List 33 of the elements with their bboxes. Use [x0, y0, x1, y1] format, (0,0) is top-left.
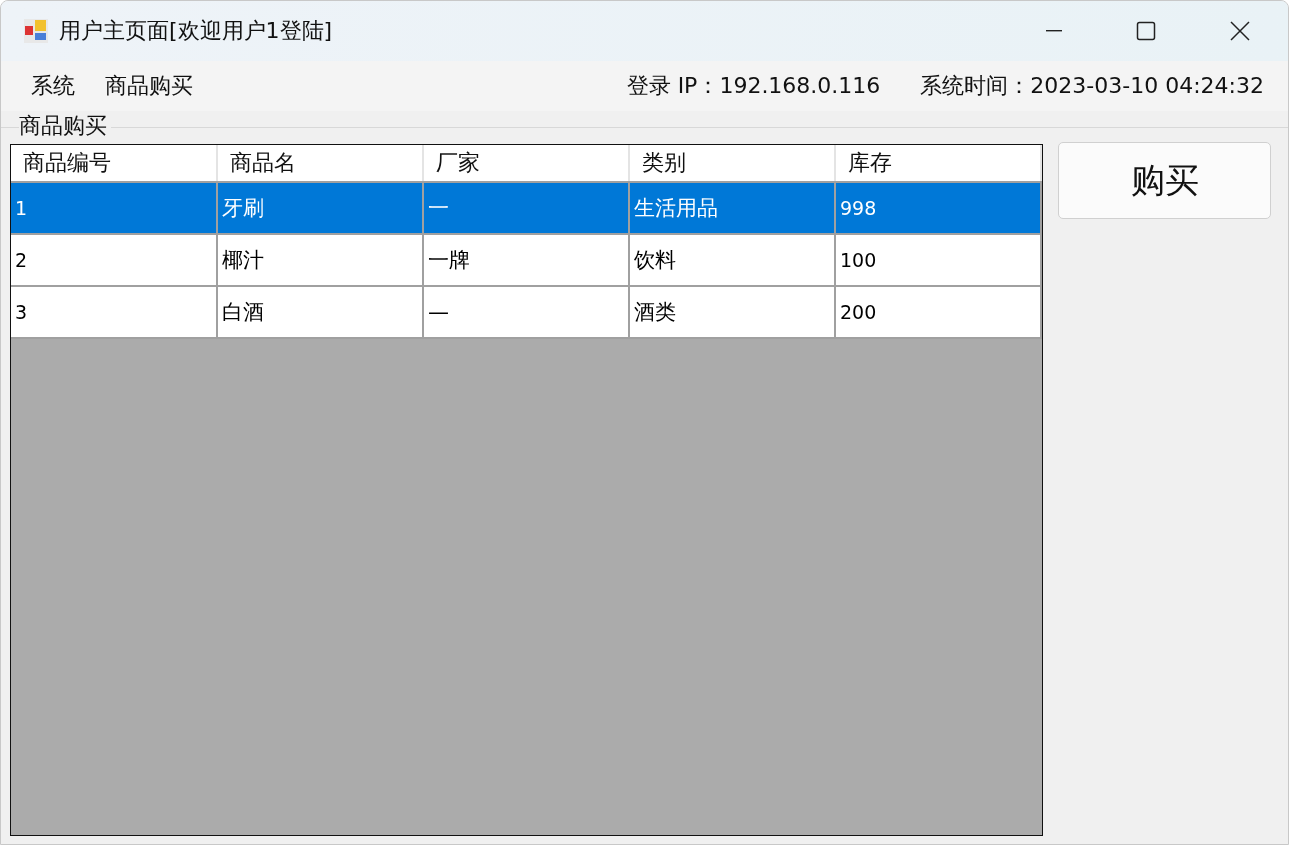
table-cell: 生活用品 — [629, 182, 835, 234]
app-icon — [23, 18, 49, 44]
table-cell: 3 — [11, 286, 217, 338]
column-header[interactable]: 类别 — [629, 145, 835, 182]
table-cell: 100 — [835, 234, 1041, 286]
table-cell: 酒类 — [629, 286, 835, 338]
column-header[interactable]: 商品名 — [217, 145, 423, 182]
column-header[interactable]: 厂家 — [423, 145, 629, 182]
close-icon — [1230, 21, 1250, 41]
table-cell: 白酒 — [217, 286, 423, 338]
menu-item[interactable]: 商品购买 — [95, 67, 203, 105]
table-cell: 200 — [835, 286, 1041, 338]
window-title: 用户主页面[欢迎用户1登陆] — [59, 17, 333, 45]
table-cell: — — [423, 286, 629, 338]
menu-item[interactable]: 系统 — [21, 67, 85, 105]
table-row[interactable]: 3 白酒 — 酒类 200 — [11, 286, 1041, 338]
table-cell: 一 — [423, 182, 629, 234]
login-ip-text: 登录 IP：192.168.0.116 — [626, 72, 881, 100]
minimize-icon — [1046, 30, 1062, 32]
table-cell: 一牌 — [423, 234, 629, 286]
system-time-text: 系统时间：2023-03-10 04:24:32 — [920, 72, 1264, 100]
table-row[interactable]: 2 椰汁 一牌 饮料 100 — [11, 234, 1041, 286]
table-cell: 1 — [11, 182, 217, 234]
table-cell: 998 — [835, 182, 1041, 234]
table-cell: 牙刷 — [217, 182, 423, 234]
maximize-icon — [1136, 21, 1156, 41]
table-cell: 2 — [11, 234, 217, 286]
table-row[interactable]: 1 牙刷 一 生活用品 998 — [11, 182, 1041, 234]
column-header[interactable]: 商品编号 — [11, 145, 217, 182]
table-cell: 椰汁 — [217, 234, 423, 286]
table-cell: 饮料 — [629, 234, 835, 286]
buy-button[interactable]: 购买 — [1058, 142, 1271, 219]
column-header[interactable]: 库存 — [835, 145, 1041, 182]
